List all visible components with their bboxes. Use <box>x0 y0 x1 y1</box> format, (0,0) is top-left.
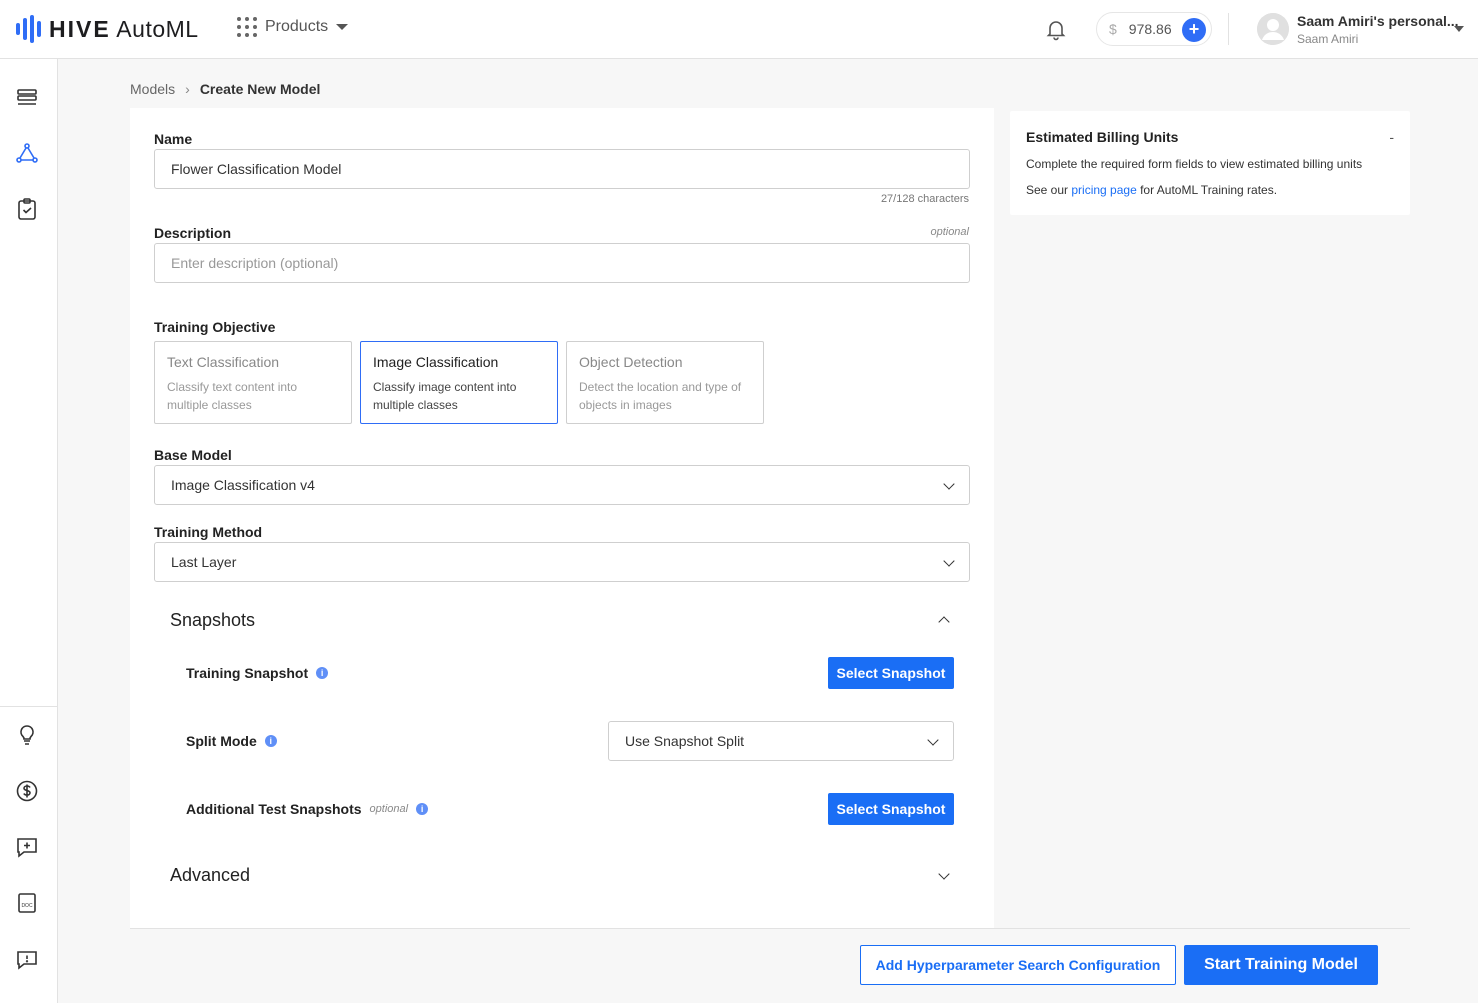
chevron-down-icon <box>927 734 939 746</box>
list-icon[interactable] <box>15 85 39 109</box>
training-method-select[interactable]: Last Layer <box>154 542 970 582</box>
objective-text-classification[interactable]: Text Classification Classify text conten… <box>154 341 352 424</box>
base-model-select[interactable]: Image Classification v4 <box>154 465 970 505</box>
breadcrumb: Models › Create New Model <box>130 81 320 97</box>
billing-title: Estimated Billing Units <box>1026 129 1179 145</box>
chevron-up-icon[interactable] <box>938 616 950 628</box>
training-snapshot-label: Training Snapshot i <box>186 665 329 681</box>
select-training-snapshot-button[interactable]: Select Snapshot <box>828 657 954 689</box>
doc-icon[interactable]: DOC <box>15 891 39 915</box>
logo-icon <box>16 15 41 43</box>
model-icon[interactable] <box>15 141 39 165</box>
name-label: Name <box>154 131 193 147</box>
base-model-label: Base Model <box>154 447 232 463</box>
start-training-button[interactable]: Start Training Model <box>1184 945 1378 985</box>
svg-text:DOC: DOC <box>21 903 33 909</box>
sidebar-divider <box>0 706 58 707</box>
objective-title: Object Detection <box>579 354 683 370</box>
header-divider <box>1228 13 1229 45</box>
user-avatar-icon <box>1257 13 1289 45</box>
sidebar: DOC <box>0 59 58 1003</box>
create-model-form: Name Flower Classification Model 27/128 … <box>130 108 994 928</box>
billing-value: - <box>1389 129 1394 145</box>
chevron-down-icon <box>943 478 955 490</box>
page-title: Create New Model <box>199 81 321 97</box>
objective-description: Detect the location and type of objects … <box>579 380 742 412</box>
currency-symbol: $ <box>1109 21 1117 37</box>
balance-pill: $ 978.86 + <box>1096 12 1212 46</box>
additional-test-snapshots-text: Additional Test Snapshots <box>186 801 362 817</box>
breadcrumb-separator: › <box>185 81 190 97</box>
info-icon[interactable]: i <box>316 667 329 679</box>
name-input[interactable]: Flower Classification Model <box>154 149 970 189</box>
additional-optional-tag: optional <box>369 803 409 815</box>
objective-title: Image Classification <box>373 354 499 370</box>
footer-divider <box>130 928 1410 929</box>
bell-icon[interactable] <box>1044 17 1068 41</box>
training-method-value: Last Layer <box>171 554 237 570</box>
objective-image-classification[interactable]: Image Classification Classify image cont… <box>360 341 558 424</box>
description-input[interactable]: Enter description (optional) <box>154 243 970 283</box>
split-mode-select[interactable]: Use Snapshot Split <box>608 721 954 761</box>
chevron-down-icon[interactable] <box>938 868 950 880</box>
balance-value: 978.86 <box>1128 21 1172 37</box>
account-name[interactable]: Saam Amiri's personal... <box>1297 13 1459 29</box>
objective-description: Classify text content into multiple clas… <box>167 380 298 412</box>
products-label: Products <box>265 18 329 35</box>
products-menu[interactable]: Products <box>237 17 349 37</box>
pricing-page-link[interactable]: pricing page <box>1071 183 1136 197</box>
logo-text: HIVE AutoML <box>49 15 199 42</box>
training-snapshot-text: Training Snapshot <box>186 665 309 681</box>
hive-automl-logo[interactable]: HIVE AutoML <box>16 15 199 43</box>
info-icon[interactable]: i <box>264 735 277 747</box>
add-hyperparameter-config-button[interactable]: Add Hyperparameter Search Configuration <box>860 945 1176 985</box>
billing-pricing-text: See our pricing page for AutoML Training… <box>1026 183 1394 197</box>
split-mode-value: Use Snapshot Split <box>625 733 745 749</box>
split-mode-label: Split Mode i <box>186 733 277 749</box>
add-funds-button[interactable]: + <box>1182 18 1206 42</box>
feedback-icon[interactable] <box>15 835 39 859</box>
info-icon[interactable]: i <box>416 803 429 815</box>
additional-test-snapshots-label: Additional Test Snapshots optional i <box>186 801 429 817</box>
top-bar: HIVE AutoML Products $ 978.86 + Saam Ami… <box>0 0 1478 59</box>
lightbulb-icon[interactable] <box>15 723 39 747</box>
advanced-section-title[interactable]: Advanced <box>170 865 250 886</box>
account-user: Saam Amiri <box>1297 32 1359 46</box>
chat-icon[interactable] <box>15 947 39 971</box>
chevron-down-icon <box>943 555 955 567</box>
split-mode-text: Split Mode <box>186 733 257 749</box>
objective-title: Text Classification <box>167 354 280 370</box>
estimated-billing-panel: Estimated Billing Units - Complete the r… <box>1010 111 1410 215</box>
training-objective-label: Training Objective <box>154 319 276 335</box>
account-caret-icon[interactable] <box>1454 26 1464 32</box>
training-method-label: Training Method <box>154 524 263 540</box>
pricing-text-prefix: See our <box>1026 183 1072 197</box>
objective-object-detection[interactable]: Object Detection Detect the location and… <box>566 341 764 424</box>
apps-grid-icon <box>237 17 257 37</box>
base-model-value: Image Classification v4 <box>171 477 315 493</box>
description-optional-tag: optional <box>930 226 969 238</box>
dollar-icon[interactable] <box>15 779 39 803</box>
snapshots-section-title[interactable]: Snapshots <box>170 610 255 631</box>
caret-down-icon <box>336 24 349 30</box>
pricing-text-suffix: for AutoML Training rates. <box>1136 183 1278 197</box>
avatar[interactable] <box>1257 13 1289 45</box>
clipboard-check-icon[interactable] <box>15 197 39 221</box>
objective-description: Classify image content into multiple cla… <box>373 380 517 412</box>
breadcrumb-models-link[interactable]: Models <box>130 81 175 97</box>
select-test-snapshot-button[interactable]: Select Snapshot <box>828 793 954 825</box>
description-label: Description <box>154 225 232 241</box>
name-char-counter: 27/128 characters <box>880 193 969 205</box>
billing-info-text: Complete the required form fields to vie… <box>1026 157 1363 171</box>
